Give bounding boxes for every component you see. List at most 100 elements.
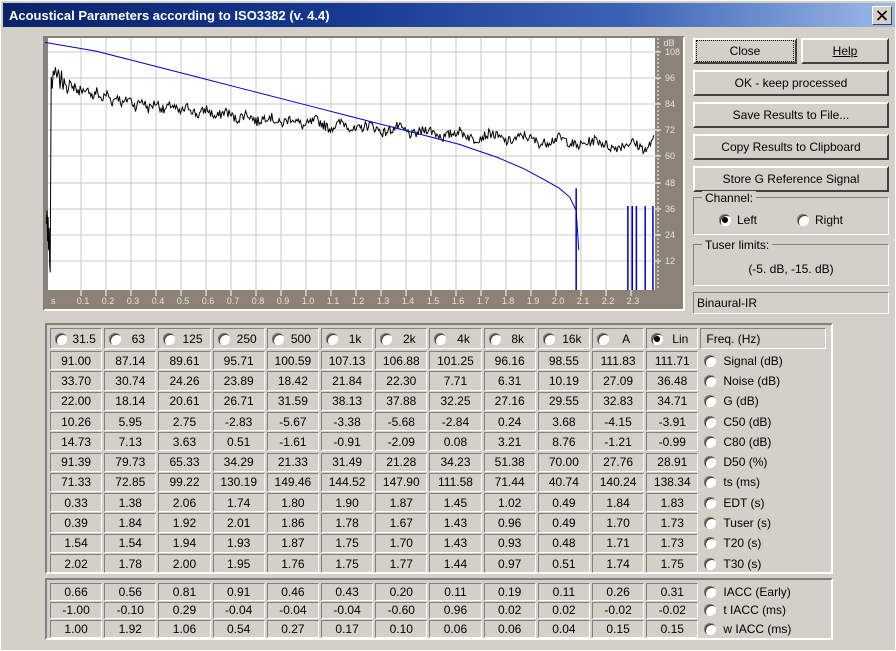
channel-radio-left[interactable]: Left xyxy=(719,213,757,227)
parameter-radio-edt-s[interactable]: EDT (s) xyxy=(704,493,765,512)
band-radio-8k[interactable]: 8k xyxy=(483,328,536,349)
table-cell: 140.24 xyxy=(592,472,645,493)
table-cell: 18.14 xyxy=(104,391,157,411)
parameter-label: T20 (s) xyxy=(723,536,762,551)
band-radio-1k[interactable]: 1k xyxy=(321,328,374,349)
band-radio-500[interactable]: 500 xyxy=(266,328,319,349)
svg-text:36: 36 xyxy=(665,204,675,214)
iacc-radio-iacc-early[interactable]: IACC (Early) xyxy=(704,583,791,601)
decay-curve-chart: 108 96 84 72 60 48 36 24 12 0.1 0.2 0.3 0.4 0.5 0.6 0.… xyxy=(43,36,685,311)
table-cell: -3.38 xyxy=(321,411,374,432)
table-cell: 7.13 xyxy=(104,432,157,452)
table-cell: 95.71 xyxy=(212,351,265,371)
table-cell: 1.44 xyxy=(429,554,482,574)
parameter-radio-g-db[interactable]: G (dB) xyxy=(704,392,759,411)
band-radio-A[interactable]: A xyxy=(592,328,645,349)
table-cell: 0.08 xyxy=(429,432,482,452)
table-cell: 26.71 xyxy=(212,391,265,411)
iacc-table-cell: 0.15 xyxy=(592,620,645,638)
table-cell: 138.34 xyxy=(646,472,699,493)
radio-indicator-band-250 xyxy=(217,332,230,345)
iacc-table-cell: 1.92 xyxy=(104,620,157,638)
table-cell: 1.71 xyxy=(592,533,645,553)
parameter-radio-signal-db[interactable]: Signal (dB) xyxy=(704,351,783,370)
radio-indicator-band-500 xyxy=(271,332,284,345)
parameter-radio-ts-ms[interactable]: ts (ms) xyxy=(704,473,760,492)
iacc-table-cell: 0.06 xyxy=(429,620,482,638)
table-cell: 96.16 xyxy=(483,351,536,371)
table-cell: 0.93 xyxy=(483,533,536,553)
channel-left-label: Left xyxy=(737,213,758,227)
table-cell: 1.87 xyxy=(375,493,428,513)
title-bar: Acoustical Parameters according to ISO33… xyxy=(3,3,895,27)
iacc-table-cell: -0.02 xyxy=(592,601,645,620)
band-radio-2k[interactable]: 2k xyxy=(375,328,428,349)
table-cell: 1.75 xyxy=(646,554,699,574)
radio-indicator-parameter xyxy=(704,374,717,387)
table-cell: 0.39 xyxy=(50,513,103,533)
band-radio-63[interactable]: 63 xyxy=(104,328,157,349)
iacc-parameter-label: t IACC (ms) xyxy=(723,603,787,618)
channel-radio-right[interactable]: Right xyxy=(797,213,843,227)
parameter-radio-noise-db[interactable]: Noise (dB) xyxy=(704,371,780,390)
parameter-radio-c50-db[interactable]: C50 (dB) xyxy=(704,412,771,431)
table-cell: 40.74 xyxy=(537,472,590,493)
band-radio-4k[interactable]: 4k xyxy=(429,328,482,349)
parameter-radio-d50[interactable]: D50 (%) xyxy=(704,453,767,472)
band-radio-125[interactable]: 125 xyxy=(158,328,211,349)
table-cell: 144.52 xyxy=(321,472,374,493)
store-g-reference-button[interactable]: Store G Reference Signal xyxy=(693,166,889,192)
table-cell: 38.13 xyxy=(321,391,374,411)
close-x-icon xyxy=(876,10,888,21)
iacc-table-cell: 0.19 xyxy=(483,583,536,601)
close-button[interactable]: Close xyxy=(693,38,797,64)
table-cell: 5.95 xyxy=(104,411,157,432)
table-cell: 34.29 xyxy=(212,452,265,472)
iacc-table-cell: 0.46 xyxy=(266,583,319,601)
table-cell: 30.74 xyxy=(104,371,157,391)
table-cell: -4.15 xyxy=(592,411,645,432)
parameter-radio-c80-db[interactable]: C80 (dB) xyxy=(704,432,771,451)
svg-text:2.0: 2.0 xyxy=(552,296,565,306)
svg-text:1.6: 1.6 xyxy=(452,296,465,306)
table-cell: 27.76 xyxy=(592,452,645,472)
parameter-label: C50 (dB) xyxy=(723,414,772,429)
iacc-radio-w-iacc-ms[interactable]: w IACC (ms) xyxy=(704,620,791,638)
table-cell: 3.21 xyxy=(483,432,536,452)
table-cell: 0.97 xyxy=(483,554,536,574)
parameter-label: T30 (s) xyxy=(723,556,762,571)
parameter-radio-tuser-s[interactable]: Tuser (s) xyxy=(704,513,771,532)
parameter-radio-t20-s[interactable]: T20 (s) xyxy=(704,534,761,553)
ok-keep-processed-button[interactable]: OK - keep processed xyxy=(693,70,889,96)
help-button[interactable]: Help xyxy=(801,38,889,64)
iacc-table-cell: 0.96 xyxy=(429,601,482,620)
svg-text:0.5: 0.5 xyxy=(177,296,190,306)
save-results-button[interactable]: Save Results to File... xyxy=(693,102,889,128)
copy-results-button[interactable]: Copy Results to Clipboard xyxy=(693,134,889,160)
band-radio-250[interactable]: 250 xyxy=(212,328,265,349)
iacc-radio-t-iacc-ms[interactable]: t IACC (ms) xyxy=(704,602,786,620)
band-radio-31-5[interactable]: 31.5 xyxy=(50,328,103,349)
svg-text:72: 72 xyxy=(665,125,675,135)
parameter-radio-t30-s[interactable]: T30 (s) xyxy=(704,554,761,573)
close-window-button[interactable] xyxy=(872,6,892,25)
iacc-table-cell: -0.10 xyxy=(104,601,157,620)
table-cell: 1.76 xyxy=(266,554,319,574)
signal-name-field[interactable]: Binaural-IR xyxy=(693,292,889,314)
band-radio-16k[interactable]: 16k xyxy=(537,328,590,349)
iacc-table-cell: 0.66 xyxy=(50,583,103,601)
parameter-label: D50 (%) xyxy=(723,455,768,470)
table-cell: -0.99 xyxy=(646,432,699,452)
band-radio-Lin[interactable]: Lin xyxy=(646,328,699,349)
iacc-table-cell: 0.81 xyxy=(158,583,211,601)
iacc-table-cell: 0.10 xyxy=(375,620,428,638)
svg-text:1.2: 1.2 xyxy=(352,296,365,306)
table-cell: 2.01 xyxy=(212,513,265,533)
radio-indicator-parameter xyxy=(704,517,717,530)
band-label-2k: 2k xyxy=(402,331,416,346)
radio-indicator-parameter xyxy=(704,557,717,570)
table-cell: 99.22 xyxy=(158,472,211,493)
band-label-500: 500 xyxy=(290,331,311,346)
radio-indicator-iacc xyxy=(704,604,717,617)
table-cell: 1.38 xyxy=(104,493,157,513)
